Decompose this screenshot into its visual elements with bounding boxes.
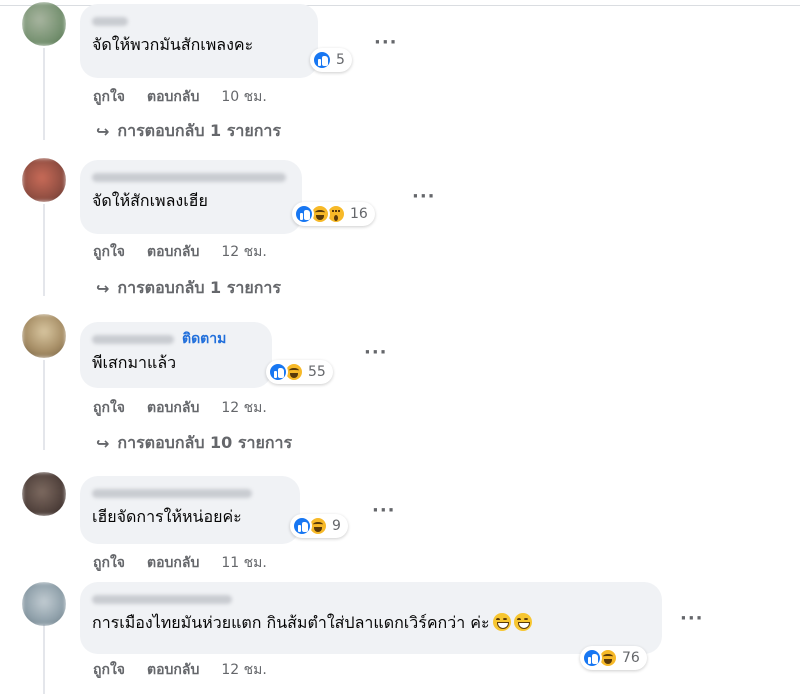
comment-bubble: ติดตาม พีเสกมาแล้ว bbox=[80, 322, 272, 388]
replies-label: การตอบกลับ 10 รายการ bbox=[117, 433, 293, 452]
comment-actions: ถูกใจ ตอบกลับ 12 ชม. bbox=[93, 397, 267, 419]
thread-line bbox=[43, 48, 45, 140]
reply-arrow-icon: ↪ bbox=[96, 122, 110, 141]
reply-button[interactable]: ตอบกลับ bbox=[147, 659, 199, 681]
reply-button[interactable]: ตอบกลับ bbox=[147, 552, 199, 574]
more-options-button[interactable]: ··· bbox=[374, 34, 398, 52]
replies-label: การตอบกลับ 1 รายการ bbox=[117, 121, 281, 140]
like-button[interactable]: ถูกใจ bbox=[93, 552, 125, 574]
comment-timestamp[interactable]: 10 ชม. bbox=[221, 86, 266, 108]
comment-text: เฮียจัดการให้หน่อยค่ะ bbox=[92, 507, 242, 526]
commenter-name[interactable] bbox=[92, 168, 290, 186]
replies-label: การตอบกลับ 1 รายการ bbox=[117, 278, 281, 297]
reaction-summary[interactable]: 16 bbox=[292, 202, 375, 226]
more-options-button[interactable]: ··· bbox=[680, 610, 704, 628]
comment-timestamp[interactable]: 12 ชม. bbox=[221, 659, 266, 681]
more-options-button[interactable]: ··· bbox=[372, 502, 396, 520]
reaction-summary[interactable]: 55 bbox=[266, 360, 333, 384]
thread-line bbox=[43, 624, 45, 694]
comment-timestamp[interactable]: 12 ชม. bbox=[221, 241, 266, 263]
reply-button[interactable]: ตอบกลับ bbox=[147, 397, 199, 419]
comment-actions: ถูกใจ ตอบกลับ 12 ชม. bbox=[93, 659, 267, 681]
follow-link[interactable]: ติดตาม bbox=[182, 328, 226, 350]
reply-arrow-icon: ↪ bbox=[96, 279, 110, 298]
comment-bubble: จัดให้พวกมันสักเพลงคะ bbox=[80, 4, 318, 78]
like-button[interactable]: ถูกใจ bbox=[93, 397, 125, 419]
comment-text: จัดให้พวกมันสักเพลงคะ bbox=[92, 35, 254, 54]
more-options-button[interactable]: ··· bbox=[412, 188, 436, 206]
avatar[interactable] bbox=[22, 314, 66, 358]
comment-bubble: การเมืองไทยมันห่วยแตก กินส้มตำใส่ปลาแดกเ… bbox=[80, 582, 662, 654]
grinning-emoji-icon bbox=[513, 613, 532, 631]
like-reaction-icon bbox=[294, 204, 314, 224]
comment-text: การเมืองไทยมันห่วยแตก กินส้มตำใส่ปลาแดกเ… bbox=[92, 612, 650, 634]
avatar[interactable] bbox=[22, 158, 66, 202]
commenter-name[interactable] bbox=[92, 12, 306, 30]
avatar[interactable] bbox=[22, 2, 66, 46]
like-reaction-icon bbox=[312, 50, 332, 70]
comment-text: พีเสกมาแล้ว bbox=[92, 353, 177, 372]
like-button[interactable]: ถูกใจ bbox=[93, 86, 125, 108]
thread-line bbox=[43, 360, 45, 450]
comment-text: จัดให้สักเพลงเฮีย bbox=[92, 191, 208, 210]
reply-arrow-icon: ↪ bbox=[96, 434, 110, 453]
like-reaction-icon bbox=[292, 516, 312, 536]
commenter-name[interactable] bbox=[92, 484, 288, 502]
comment-actions: ถูกใจ ตอบกลับ 11 ชม. bbox=[93, 552, 267, 574]
reply-button[interactable]: ตอบกลับ bbox=[147, 86, 199, 108]
commenter-name[interactable]: ติดตาม bbox=[92, 330, 260, 348]
view-replies-link[interactable]: ↪ การตอบกลับ 10 รายการ bbox=[96, 431, 292, 456]
reaction-count: 9 bbox=[332, 518, 341, 534]
grinning-emoji-icon bbox=[492, 613, 511, 631]
like-button[interactable]: ถูกใจ bbox=[93, 241, 125, 263]
reaction-count: 76 bbox=[622, 650, 640, 666]
comment-actions: ถูกใจ ตอบกลับ 10 ชม. bbox=[93, 86, 267, 108]
view-replies-link[interactable]: ↪ การตอบกลับ 1 รายการ bbox=[96, 119, 281, 144]
reaction-summary[interactable]: 76 bbox=[580, 646, 647, 670]
like-reaction-icon bbox=[268, 362, 288, 382]
reaction-count: 16 bbox=[350, 206, 368, 222]
view-replies-link[interactable]: ↪ การตอบกลับ 1 รายการ bbox=[96, 276, 281, 301]
avatar[interactable] bbox=[22, 472, 66, 516]
thread-line bbox=[43, 204, 45, 296]
avatar[interactable] bbox=[22, 582, 66, 626]
reaction-summary[interactable]: 5 bbox=[310, 48, 352, 72]
more-options-button[interactable]: ··· bbox=[364, 344, 388, 362]
reaction-summary[interactable]: 9 bbox=[290, 514, 348, 538]
comment-text-content: การเมืองไทยมันห่วยแตก กินส้มตำใส่ปลาแดกเ… bbox=[92, 613, 490, 632]
comment-timestamp[interactable]: 11 ชม. bbox=[221, 552, 266, 574]
like-reaction-icon bbox=[582, 648, 602, 668]
comment-bubble: จัดให้สักเพลงเฮีย bbox=[80, 160, 302, 234]
like-button[interactable]: ถูกใจ bbox=[93, 659, 125, 681]
reaction-count: 55 bbox=[308, 364, 326, 380]
comment-timestamp[interactable]: 12 ชม. bbox=[221, 397, 266, 419]
comment-bubble: เฮียจัดการให้หน่อยค่ะ bbox=[80, 476, 300, 544]
comment-actions: ถูกใจ ตอบกลับ 12 ชม. bbox=[93, 241, 267, 263]
reply-button[interactable]: ตอบกลับ bbox=[147, 241, 199, 263]
reaction-count: 5 bbox=[336, 52, 345, 68]
commenter-name[interactable] bbox=[92, 590, 650, 608]
